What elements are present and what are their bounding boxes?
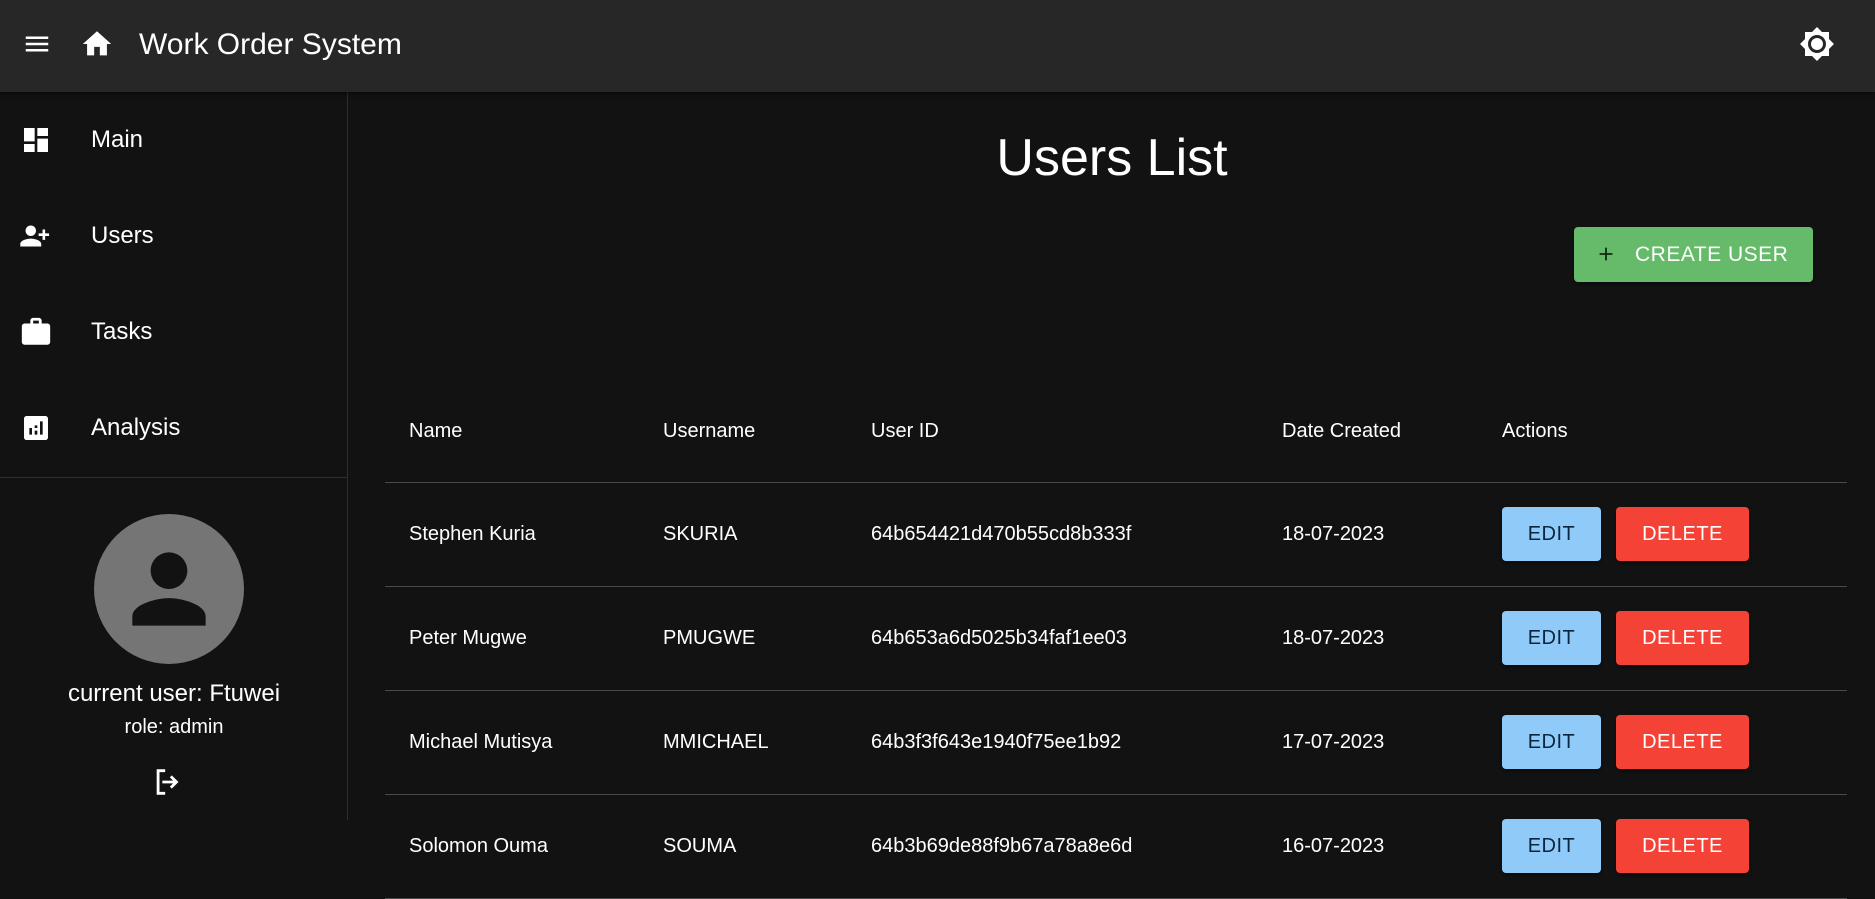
edit-button[interactable]: EDIT (1502, 507, 1601, 561)
cell-name: Peter Mugwe (409, 627, 527, 649)
edit-button[interactable]: EDIT (1502, 819, 1601, 873)
logout-icon[interactable] (148, 762, 188, 802)
current-user-label: current user: Ftuwei (67, 680, 281, 707)
delete-button[interactable]: DELETE (1616, 819, 1749, 873)
cell-user-id: 64b3b69de88f9b67a78a8e6d (871, 835, 1133, 857)
main-content: Users List CREATE USER Name Username Use… (349, 92, 1875, 899)
sidebar-item-tasks[interactable]: Tasks (0, 284, 348, 380)
sidebar-item-label: Main (91, 126, 144, 153)
brightness-icon[interactable] (1793, 20, 1841, 68)
plus-icon (1599, 247, 1613, 261)
avatar (94, 514, 244, 664)
column-header-actions: Actions (1502, 420, 1568, 442)
cell-name: Michael Mutisya (409, 731, 553, 753)
app-title: Work Order System (139, 28, 402, 61)
briefcase-icon (19, 315, 53, 349)
sidebar-divider (0, 477, 348, 478)
cell-username: SKURIA (663, 523, 738, 545)
sidebar-item-analysis[interactable]: Analysis (0, 380, 348, 476)
cell-name: Solomon Ouma (409, 835, 548, 857)
analytics-icon (19, 411, 53, 445)
home-icon[interactable] (73, 20, 121, 68)
user-role-label: role: admin (124, 716, 224, 738)
edit-button[interactable]: EDIT (1502, 611, 1601, 665)
cell-username: MMICHAEL (663, 731, 769, 753)
cell-username: PMUGWE (663, 627, 756, 649)
column-header-date-created: Date Created (1282, 420, 1401, 442)
sidebar-item-users[interactable]: Users (0, 188, 348, 284)
create-user-button[interactable]: CREATE USER (1574, 227, 1813, 282)
table-header: Name Username User ID Date Created Actio… (385, 345, 1847, 483)
sidebar-item-label: Tasks (91, 318, 153, 345)
column-header-username: Username (663, 420, 756, 442)
menu-icon[interactable] (13, 20, 61, 68)
cell-username: SOUMA (663, 835, 737, 857)
column-header-user-id: User ID (871, 420, 939, 442)
delete-button[interactable]: DELETE (1616, 611, 1749, 665)
person-add-icon (19, 219, 53, 253)
table-row: Solomon Ouma SOUMA 64b3b69de88f9b67a78a8… (385, 795, 1847, 899)
cell-date-created: 18-07-2023 (1282, 627, 1385, 649)
cell-date-created: 18-07-2023 (1282, 523, 1385, 545)
users-table: Name Username User ID Date Created Actio… (385, 345, 1847, 899)
column-header-name: Name (409, 420, 463, 442)
table-row: Michael Mutisya MMICHAEL 64b3f3f643e1940… (385, 691, 1847, 795)
sidebar-item-main[interactable]: Main (0, 92, 348, 188)
cell-date-created: 17-07-2023 (1282, 731, 1385, 753)
cell-date-created: 16-07-2023 (1282, 835, 1385, 857)
cell-user-id: 64b653a6d5025b34faf1ee03 (871, 627, 1127, 649)
delete-button[interactable]: DELETE (1616, 507, 1749, 561)
app-bar: Work Order System (0, 0, 1875, 92)
edit-button[interactable]: EDIT (1502, 715, 1601, 769)
table-row: Peter Mugwe PMUGWE 64b653a6d5025b34faf1e… (385, 587, 1847, 691)
cell-name: Stephen Kuria (409, 523, 536, 545)
page-title: Users List (996, 129, 1228, 187)
cell-user-id: 64b654421d470b55cd8b333f (871, 523, 1132, 545)
sidebar-item-label: Analysis (91, 414, 181, 441)
cell-user-id: 64b3f3f643e1940f75ee1b92 (871, 731, 1122, 753)
sidebar-item-label: Users (91, 222, 154, 249)
dashboard-icon (19, 123, 53, 157)
person-icon (132, 552, 206, 626)
create-user-label: CREATE USER (1635, 243, 1789, 266)
delete-button[interactable]: DELETE (1616, 715, 1749, 769)
sidebar: Main Users Tasks Analysis current user: … (0, 92, 348, 820)
table-row: Stephen Kuria SKURIA 64b654421d470b55cd8… (385, 483, 1847, 587)
